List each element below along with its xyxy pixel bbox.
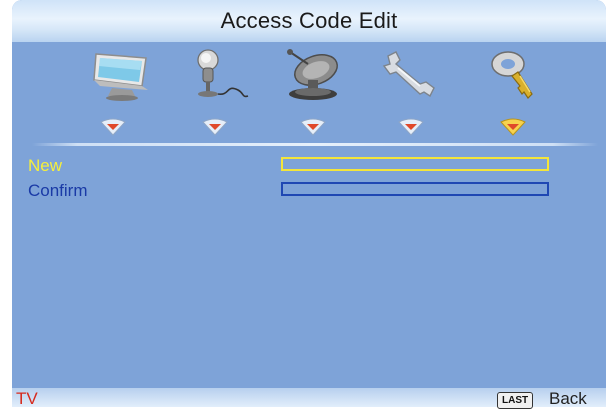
menu-marker-selected-icon bbox=[500, 118, 526, 136]
back-label: Back bbox=[549, 389, 587, 408]
new-code-input[interactable] bbox=[281, 157, 549, 171]
menu-marker-icon bbox=[202, 118, 228, 136]
menu-screen: Access Code Edit New Confirm bbox=[12, 0, 606, 407]
picture-monitor-icon[interactable] bbox=[90, 46, 160, 104]
menu-marker-row bbox=[12, 118, 606, 142]
confirm-code-label: Confirm bbox=[28, 181, 88, 200]
page-title: Access Code Edit bbox=[220, 8, 398, 33]
confirm-code-input[interactable] bbox=[281, 182, 549, 196]
setup-wrench-icon[interactable] bbox=[374, 46, 444, 104]
menu-marker-icon bbox=[300, 118, 326, 136]
divider bbox=[32, 143, 598, 146]
menu-icon-row bbox=[12, 46, 606, 106]
last-key-badge[interactable]: LAST bbox=[497, 392, 534, 409]
lock-key-icon[interactable] bbox=[478, 46, 548, 104]
new-code-label: New bbox=[28, 156, 63, 175]
menu-marker-icon bbox=[100, 118, 126, 136]
source-label: TV bbox=[16, 389, 38, 408]
menu-marker-icon bbox=[398, 118, 424, 136]
title-bar: Access Code Edit bbox=[12, 0, 606, 42]
channel-satellite-icon[interactable] bbox=[278, 46, 348, 104]
audio-microphone-icon[interactable] bbox=[180, 46, 250, 104]
